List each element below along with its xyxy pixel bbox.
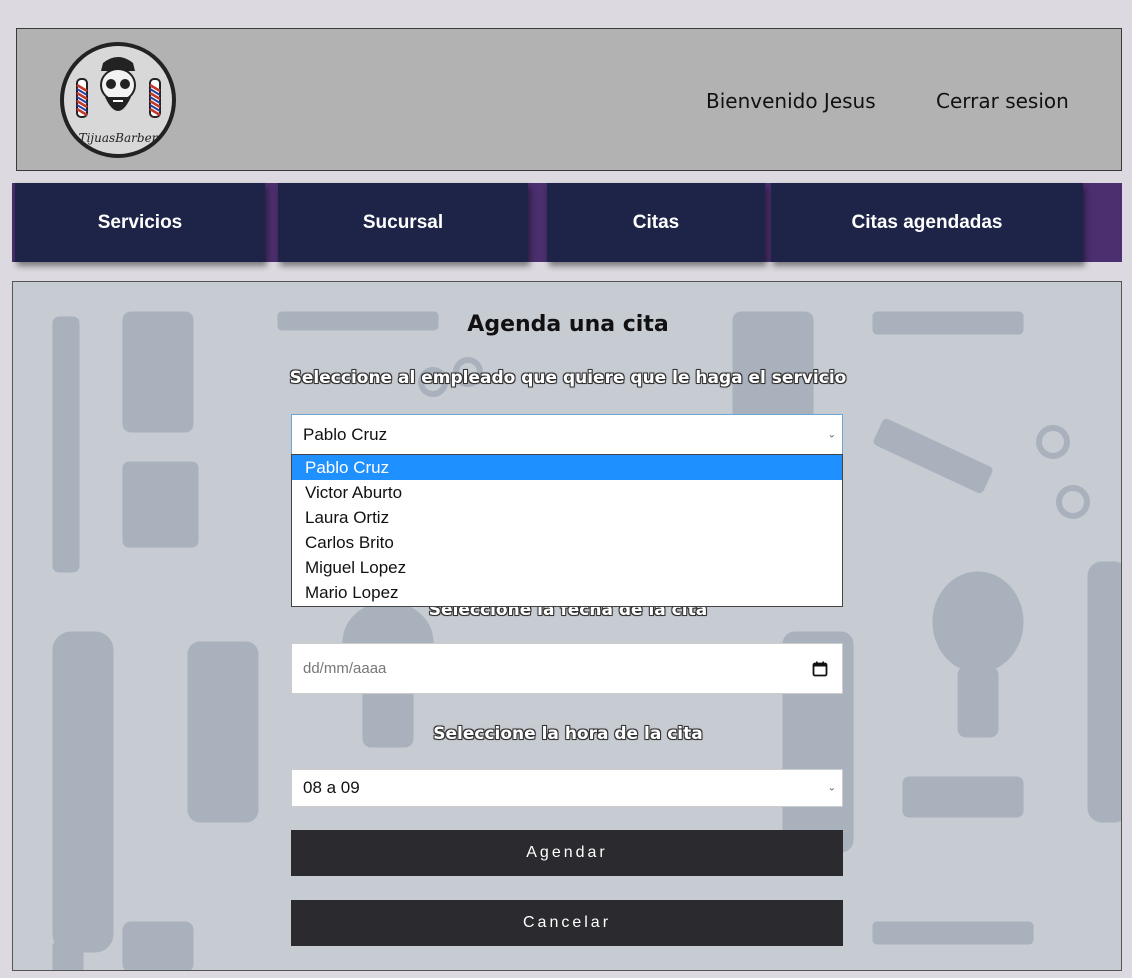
cancelar-button[interactable]: Cancelar <box>291 900 843 946</box>
svg-text:TijuasBarber: TijuasBarber <box>79 131 159 145</box>
time-label: Seleccione la hora de la cita <box>433 724 703 744</box>
dropdown-option[interactable]: Pablo Cruz <box>292 455 842 480</box>
time-select[interactable]: 08 a 09 ⌄ <box>291 769 843 807</box>
barber-pole-left-icon <box>76 78 88 118</box>
dropdown-option[interactable]: Mario Lopez <box>292 580 842 605</box>
employee-select[interactable]: Pablo Cruz ⌄ <box>291 414 843 455</box>
nav-citas-agendadas[interactable]: Citas agendadas <box>771 183 1083 262</box>
nav-servicios[interactable]: Servicios <box>15 183 265 262</box>
nav-sucursal[interactable]: Sucursal <box>278 183 528 262</box>
dropdown-option[interactable]: Laura Ortiz <box>292 505 842 530</box>
date-input[interactable]: dd/mm/aaaa <box>291 643 843 694</box>
dropdown-option[interactable]: Victor Aburto <box>292 480 842 505</box>
dropdown-option[interactable]: Carlos Brito <box>292 530 842 555</box>
employee-dropdown-list: Pablo Cruz Victor Aburto Laura Ortiz Car… <box>291 454 843 607</box>
nav-citas[interactable]: Citas <box>547 183 765 262</box>
chevron-down-icon: ⌄ <box>827 429 836 440</box>
calendar-icon[interactable] <box>812 661 828 677</box>
chevron-down-icon: ⌄ <box>827 782 836 794</box>
employee-select-value: Pablo Cruz <box>303 424 388 444</box>
barber-pole-right-icon <box>149 78 161 118</box>
date-placeholder: dd/mm/aaaa <box>303 660 387 677</box>
dropdown-option[interactable]: Miguel Lopez <box>292 555 842 580</box>
barber-logo[interactable]: TijuasBarber <box>55 41 182 159</box>
welcome-text: Bienvenido Jesus <box>706 89 876 113</box>
logout-link[interactable]: Cerrar sesion <box>936 89 1069 113</box>
appointment-panel: Agenda una cita Seleccione al empleado q… <box>12 281 1122 971</box>
employee-label: Seleccione al empleado que quiere que le… <box>289 368 847 388</box>
time-select-value: 08 a 09 <box>303 778 360 797</box>
form-title: Agenda una cita <box>467 312 669 337</box>
agendar-button[interactable]: Agendar <box>291 830 843 876</box>
main-nav: Servicios Sucursal Citas Citas agendadas <box>12 183 1122 262</box>
site-header: TijuasBarber Bienvenido Jesus Cerrar ses… <box>16 28 1122 171</box>
